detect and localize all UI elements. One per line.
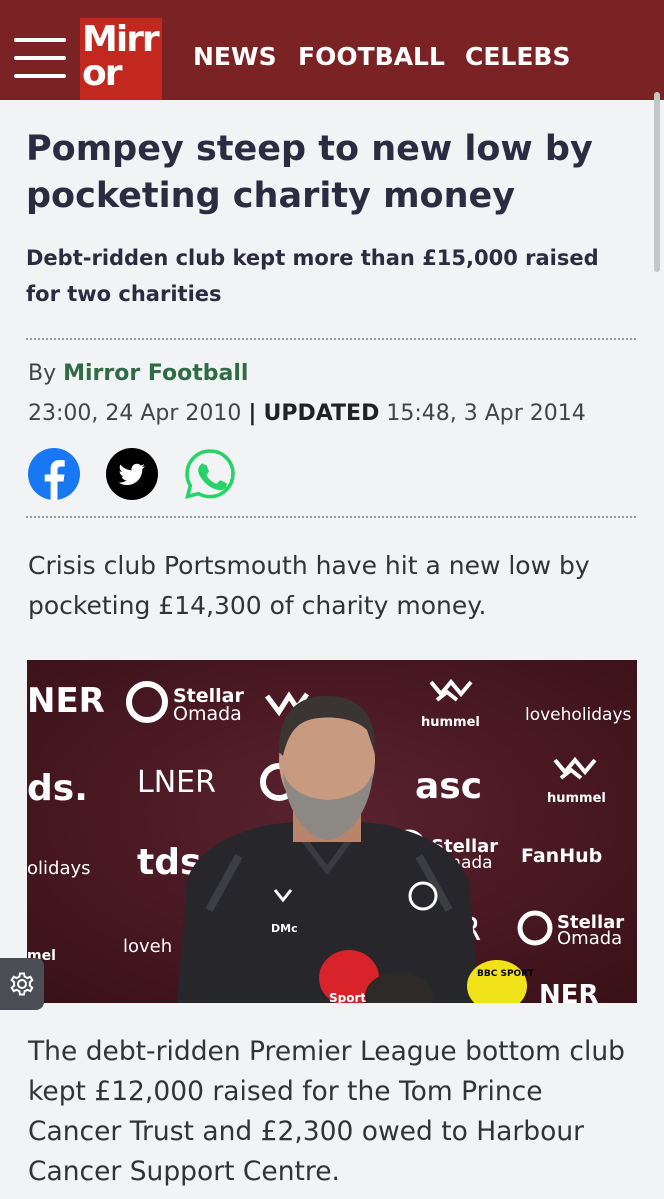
facebook-share-button[interactable] xyxy=(28,448,80,500)
sponsor-logo: Omada xyxy=(173,703,242,725)
hamburger-icon[interactable] xyxy=(14,38,66,78)
press-conference-photo: NER Stellar Omada hummel loveholidays ds… xyxy=(27,660,637,1003)
sponsor-logo: Omada xyxy=(557,928,622,949)
mic-label: BBC SPORT xyxy=(477,969,535,979)
nav-football[interactable]: FOOTBALL xyxy=(298,42,445,72)
nav-celebs[interactable]: CELEBS xyxy=(465,42,571,72)
sponsor-logo: NER xyxy=(27,681,105,721)
sponsor-logo: LNER xyxy=(137,765,216,800)
dateline-separator: | xyxy=(248,401,257,426)
article-paragraph: The debt-ridden Premier League bottom cl… xyxy=(28,1036,625,1187)
whatsapp-icon xyxy=(185,449,235,499)
author-link[interactable]: Mirror Football xyxy=(63,361,248,386)
byline: By Mirror Football xyxy=(28,358,248,390)
twitter-icon xyxy=(106,448,158,500)
shirt-initials: DMc xyxy=(271,922,298,935)
article-subheadline: Debt-ridden club kept more than £15,000 … xyxy=(26,246,599,306)
sponsor-logo: ds. xyxy=(27,768,88,809)
sponsor-logo: hummel xyxy=(421,715,480,730)
nav-news[interactable]: NEWS xyxy=(193,42,277,72)
logo-line-2: or xyxy=(82,53,122,94)
gear-icon xyxy=(10,972,34,996)
sponsor-logo: loveholidays xyxy=(525,705,632,725)
twitter-share-button[interactable] xyxy=(106,448,158,500)
sponsor-logo: NER xyxy=(539,980,599,1003)
article-paragraph: Crisis club Portsmouth have hit a new lo… xyxy=(28,551,590,620)
sponsor-logo: loveh xyxy=(123,936,172,957)
settings-button[interactable] xyxy=(0,958,44,1010)
whatsapp-share-button[interactable] xyxy=(184,448,236,500)
byline-prefix: By xyxy=(28,361,57,386)
article-headline: Pompey steep to new low by pocketing cha… xyxy=(26,129,593,216)
sponsor-logo: asc xyxy=(415,766,482,807)
sponsor-logo: FanHub xyxy=(521,845,602,867)
updated-label: UPDATED xyxy=(263,401,380,426)
site-header: Mirr or NEWS FOOTBALL CELEBS xyxy=(0,0,664,100)
sponsor-logo: olidays xyxy=(27,858,91,879)
published-time: 23:00, 24 Apr 2010 xyxy=(28,401,242,426)
mic-label: Sport xyxy=(329,991,366,1003)
divider xyxy=(26,516,636,518)
divider xyxy=(26,338,636,340)
page-scrollbar[interactable] xyxy=(654,92,660,272)
dateline: 23:00, 24 Apr 2010 | UPDATED 15:48, 3 Ap… xyxy=(28,398,586,430)
article-image[interactable]: NER Stellar Omada hummel loveholidays ds… xyxy=(27,660,637,1003)
mirror-logo[interactable]: Mirr or xyxy=(80,18,162,100)
facebook-icon xyxy=(28,448,80,500)
updated-time: 15:48, 3 Apr 2014 xyxy=(386,401,586,426)
sponsor-logo: hummel xyxy=(547,791,606,806)
